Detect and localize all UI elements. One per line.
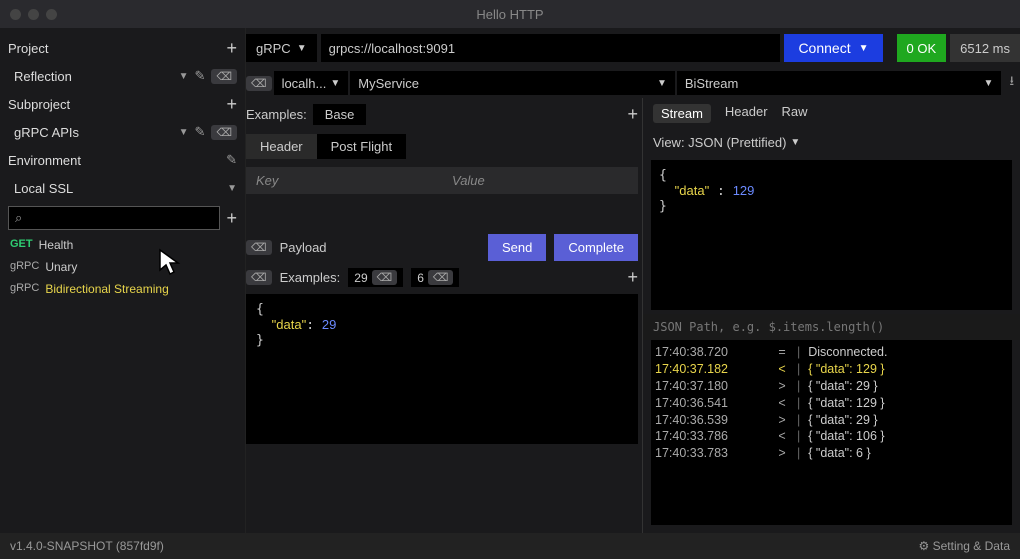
jsonpath-input[interactable]: JSON Path, e.g. $.items.length() [643, 314, 1020, 340]
request-item[interactable]: gRPC Unary [4, 256, 241, 278]
tab-header[interactable]: Header [725, 104, 768, 123]
window-controls[interactable] [10, 9, 57, 20]
payload-examples-label: Examples: [280, 270, 341, 285]
add-project-icon[interactable]: + [226, 38, 237, 59]
payload-label: Payload [280, 240, 327, 255]
add-example-icon[interactable]: + [627, 104, 638, 125]
project-label: Project [8, 41, 226, 56]
method-badge: GET [10, 238, 33, 252]
delete-icon[interactable]: ⌫ [211, 125, 237, 140]
log-row: 17:40:38.720=|Disconnected. [655, 344, 1008, 361]
send-button[interactable]: Send [488, 234, 546, 261]
log-area: 17:40:38.720=|Disconnected.17:40:37.182<… [651, 340, 1012, 525]
titlebar: Hello HTTP [0, 0, 1020, 28]
status-badge: 0 OK [897, 34, 947, 62]
sidebar: Project+ Reflection▼✎⌫ Subproject+ gRPC … [0, 28, 246, 533]
tab-postflight[interactable]: Post Flight [317, 134, 406, 159]
search-icon: ⌕ [15, 210, 22, 226]
tab-raw[interactable]: Raw [782, 104, 808, 123]
chevron-down-icon: ▼ [859, 43, 869, 54]
chevron-down-icon[interactable]: ▼ [227, 183, 237, 194]
env-label: Environment [8, 153, 226, 168]
chevron-down-icon[interactable]: ▼ [179, 127, 189, 138]
request-label: Bidirectional Streaming [45, 282, 168, 296]
delete-icon[interactable]: ⌫ [246, 76, 272, 91]
download-icon[interactable]: ⭳ [1003, 72, 1020, 94]
add-request-icon[interactable]: + [226, 208, 237, 229]
method-badge: gRPC [10, 282, 39, 296]
tab-stream[interactable]: Stream [653, 104, 711, 123]
view-select[interactable]: View: JSON (Prettified)▼ [643, 129, 1020, 156]
service-select[interactable]: MyService▼ [350, 71, 675, 95]
payload-editor[interactable]: { "data": 29} [246, 294, 638, 444]
search-input[interactable]: ⌕ [8, 206, 220, 230]
delete-icon[interactable]: ⌫ [246, 240, 272, 255]
method-badge: gRPC [10, 260, 39, 274]
example-chip[interactable]: 6⌫ [411, 268, 459, 287]
close-dot[interactable] [10, 9, 21, 20]
request-label: Health [39, 238, 74, 252]
window-title: Hello HTTP [476, 7, 543, 22]
delete-icon[interactable]: ⌫ [246, 270, 272, 285]
delete-icon[interactable]: ⌫ [211, 69, 237, 84]
response-body: { "data" : 129} [651, 160, 1012, 310]
request-item[interactable]: GET Health [4, 234, 241, 256]
example-chip[interactable]: 29⌫ [348, 268, 403, 287]
example-base[interactable]: Base [313, 104, 367, 125]
host-select[interactable]: localh...▼ [274, 71, 349, 95]
chevron-down-icon: ▼ [297, 43, 307, 54]
connect-button[interactable]: Connect▼ [784, 34, 882, 62]
footer: v1.4.0-SNAPSHOT (857fd9f) ⚙ Setting & Da… [0, 533, 1020, 559]
tab-header[interactable]: Header [246, 134, 317, 159]
env-value[interactable]: Local SSL [14, 181, 227, 196]
min-dot[interactable] [28, 9, 39, 20]
value-input[interactable]: Value [442, 167, 638, 194]
chevron-down-icon[interactable]: ▼ [179, 71, 189, 82]
add-payload-icon[interactable]: + [627, 267, 638, 288]
key-input[interactable]: Key [246, 167, 442, 194]
request-item[interactable]: gRPC Bidirectional Streaming [4, 278, 241, 300]
log-row: 17:40:36.539>|{ "data": 29 } [655, 412, 1008, 429]
log-row: 17:40:36.541<|{ "data": 129 } [655, 395, 1008, 412]
version-label: v1.4.0-SNAPSHOT (857fd9f) [10, 539, 164, 553]
project-value[interactable]: Reflection [14, 69, 179, 84]
edit-icon[interactable]: ✎ [195, 124, 206, 140]
subproject-label: Subproject [8, 97, 226, 112]
edit-icon[interactable]: ✎ [195, 68, 206, 84]
max-dot[interactable] [46, 9, 57, 20]
subproject-value[interactable]: gRPC APIs [14, 125, 179, 140]
complete-button[interactable]: Complete [554, 234, 638, 261]
log-row: 17:40:33.786<|{ "data": 106 } [655, 428, 1008, 445]
protocol-select[interactable]: gRPC▼ [246, 34, 317, 62]
request-label: Unary [45, 260, 77, 274]
examples-label: Examples: [246, 107, 307, 122]
add-subproject-icon[interactable]: + [226, 94, 237, 115]
settings-link[interactable]: ⚙ Setting & Data [919, 539, 1010, 553]
log-row: 17:40:37.180>|{ "data": 29 } [655, 378, 1008, 395]
edit-icon[interactable]: ✎ [226, 152, 237, 168]
latency-badge: 6512 ms [950, 34, 1020, 62]
method-select[interactable]: BiStream▼ [677, 71, 1002, 95]
url-input[interactable]: grpcs://localhost:9091 [321, 34, 781, 62]
log-row: 17:40:37.182<|{ "data": 129 } [655, 361, 1008, 378]
log-row: 17:40:33.783>|{ "data": 6 } [655, 445, 1008, 462]
